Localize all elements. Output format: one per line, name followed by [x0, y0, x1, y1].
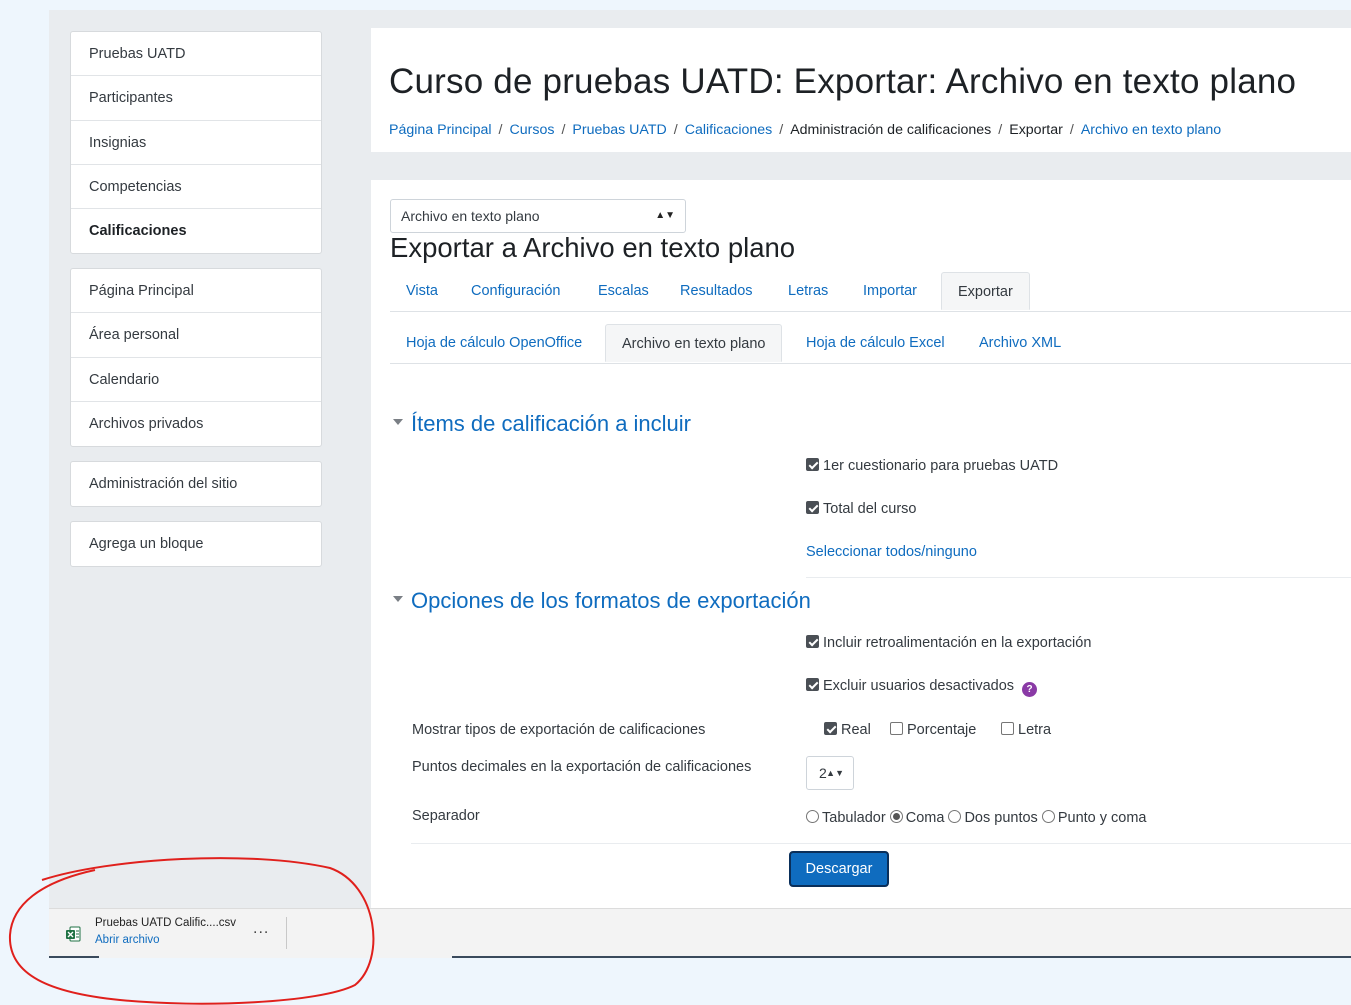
export-plugin-select[interactable]: Archivo en texto plano ▲▼ — [390, 199, 686, 233]
decimal-points-select[interactable]: 2 ▲▼ — [806, 756, 854, 790]
download-button[interactable]: Descargar — [789, 851, 889, 887]
display-types-label: Mostrar tipos de exportación de califica… — [412, 722, 706, 738]
breadcrumb: Página Principal / Cursos / Pruebas UATD / Cal… — [389, 122, 1221, 138]
breadcrumb-item[interactable]: Cursos — [509, 122, 554, 138]
items-section-legend[interactable]: Ítems de calificación a incluir — [393, 411, 691, 437]
tab-scales[interactable]: Escalas — [582, 272, 665, 310]
tab-import[interactable]: Importar — [847, 272, 933, 310]
divider — [286, 917, 287, 949]
tab-setup[interactable]: Configuración — [455, 272, 576, 310]
breadcrumb-item: Exportar — [1009, 122, 1063, 138]
tab-outcomes[interactable]: Resultados — [664, 272, 769, 310]
subtab-plaintext[interactable]: Archivo en texto plano — [605, 324, 783, 362]
include-feedback-checkbox[interactable]: Incluir retroalimentación en la exportac… — [806, 635, 1091, 651]
export-plugin-select-value: Archivo en texto plano — [401, 208, 540, 224]
sidebar-item-add-block[interactable]: Agrega un bloque — [71, 522, 321, 566]
checkbox-icon[interactable] — [806, 678, 819, 691]
subtab-openoffice[interactable]: Hoja de cálculo OpenOffice — [390, 324, 598, 362]
tab-export[interactable]: Exportar — [941, 272, 1030, 310]
divider — [806, 577, 1351, 578]
main-content: Curso de pruebas UATD: Exportar: Archivo… — [371, 10, 1351, 958]
radio-icon[interactable] — [806, 810, 819, 823]
checkbox-icon[interactable] — [806, 635, 819, 648]
region-main: Archivo en texto plano ▲▼ Exportar a Arc… — [371, 180, 1351, 920]
breadcrumb-item[interactable]: Pruebas UATD — [572, 122, 666, 138]
download-filename[interactable]: Pruebas UATD Calific....csv — [95, 917, 236, 929]
sidebar-item-private-files[interactable]: Archivos privados — [71, 402, 321, 446]
select-all-link[interactable]: Seleccionar todos/ninguno — [806, 544, 977, 560]
browser-download-bar: Pruebas UATD Calific....csv Abrir archiv… — [49, 908, 1351, 958]
separator-colon-radio[interactable]: Dos puntos — [948, 810, 1038, 826]
section-heading: Exportar a Archivo en texto plano — [390, 232, 796, 263]
decimal-points-label: Puntos decimales en la exportación de ca… — [412, 759, 752, 775]
excel-file-icon — [66, 926, 81, 942]
progress-line — [452, 956, 1351, 958]
sidebar: Pruebas UATD Participantes Insignias Com… — [49, 10, 342, 958]
separator-semicolon-radio[interactable]: Punto y coma — [1041, 810, 1147, 826]
breadcrumb-item[interactable]: Archivo en texto plano — [1081, 122, 1221, 138]
checkbox-icon[interactable] — [806, 501, 819, 514]
export-format-tabs: Hoja de cálculo OpenOffice Archivo en te… — [390, 324, 1351, 364]
admin-block: Administración del sitio — [70, 461, 322, 508]
breadcrumb-separator: / — [1069, 122, 1074, 138]
more-options-button[interactable]: ... — [253, 920, 269, 938]
subtab-xml[interactable]: Archivo XML — [963, 324, 1077, 362]
tab-letters[interactable]: Letras — [772, 272, 844, 310]
breadcrumb-separator: / — [498, 122, 503, 138]
sidebar-item-badges[interactable]: Insignias — [71, 121, 321, 165]
page-title: Curso de pruebas UATD: Exportar: Archivo… — [389, 62, 1297, 101]
display-type-letter-checkbox[interactable]: Letra — [1001, 722, 1051, 738]
sidebar-item-calendar[interactable]: Calendario — [71, 358, 321, 402]
sidebar-item-dashboard[interactable]: Área personal — [71, 313, 321, 358]
collapse-caret-icon — [393, 596, 403, 603]
display-type-real-checkbox[interactable]: Real — [824, 722, 871, 738]
help-icon[interactable]: ? — [1022, 682, 1038, 697]
breadcrumb-separator: / — [673, 122, 678, 138]
moodle-page: Pruebas UATD Participantes Insignias Com… — [49, 10, 1351, 958]
open-file-link[interactable]: Abrir archivo — [95, 934, 160, 946]
separator-tab-radio[interactable]: Tabulador — [806, 810, 886, 826]
options-section-legend[interactable]: Opciones de los formatos de exportación — [393, 588, 811, 614]
radio-icon[interactable] — [889, 810, 903, 823]
divider — [411, 843, 1351, 844]
breadcrumb-item[interactable]: Calificaciones — [685, 122, 773, 138]
checkbox-icon[interactable] — [890, 722, 903, 735]
site-nav-block: Página Principal Área personal Calendari… — [70, 268, 322, 448]
select-arrows-icon: ▲▼ — [655, 210, 675, 221]
grade-tabs: Vista Configuración Escalas Resultados L… — [390, 272, 1351, 312]
sidebar-item-participants[interactable]: Participantes — [71, 76, 321, 121]
sidebar-item-course[interactable]: Pruebas UATD — [71, 32, 321, 77]
radio-icon[interactable] — [948, 810, 962, 823]
item-checkbox-quiz[interactable]: 1er cuestionario para pruebas UATD — [806, 458, 1058, 474]
breadcrumb-separator: / — [998, 122, 1003, 138]
separator-label: Separador — [412, 808, 480, 824]
sidebar-item-competencies[interactable]: Competencias — [71, 165, 321, 210]
page-header: Curso de pruebas UATD: Exportar: Archivo… — [371, 28, 1351, 152]
checkbox-icon[interactable] — [824, 722, 837, 735]
checkbox-icon[interactable] — [1001, 722, 1014, 735]
progress-line — [49, 956, 99, 958]
breadcrumb-separator: / — [779, 122, 784, 138]
collapse-caret-icon — [393, 419, 403, 426]
item-checkbox-course-total[interactable]: Total del curso — [806, 501, 917, 517]
course-nav-block: Pruebas UATD Participantes Insignias Com… — [70, 31, 322, 255]
sidebar-item-home[interactable]: Página Principal — [71, 269, 321, 314]
breadcrumb-separator: / — [561, 122, 566, 138]
exclude-suspended-checkbox[interactable]: Excluir usuarios desactivados? — [806, 678, 1038, 697]
sidebar-item-site-admin[interactable]: Administración del sitio — [71, 462, 321, 506]
subtab-excel[interactable]: Hoja de cálculo Excel — [790, 324, 961, 362]
sidebar-item-grades[interactable]: Calificaciones — [71, 209, 321, 253]
display-type-percentage-checkbox[interactable]: Porcentaje — [890, 722, 976, 738]
select-arrows-icon: ▲▼ — [826, 768, 844, 778]
checkbox-icon[interactable] — [806, 458, 819, 471]
add-block-block: Agrega un bloque — [70, 521, 322, 568]
tab-view[interactable]: Vista — [390, 272, 454, 310]
separator-comma-radio[interactable]: Coma — [889, 810, 944, 826]
separator-radio-group: Tabulador Coma Dos puntos Punto y coma — [806, 810, 1147, 826]
breadcrumb-item[interactable]: Página Principal — [389, 122, 492, 138]
breadcrumb-item: Administración de calificaciones — [790, 122, 992, 138]
radio-icon[interactable] — [1041, 810, 1055, 823]
